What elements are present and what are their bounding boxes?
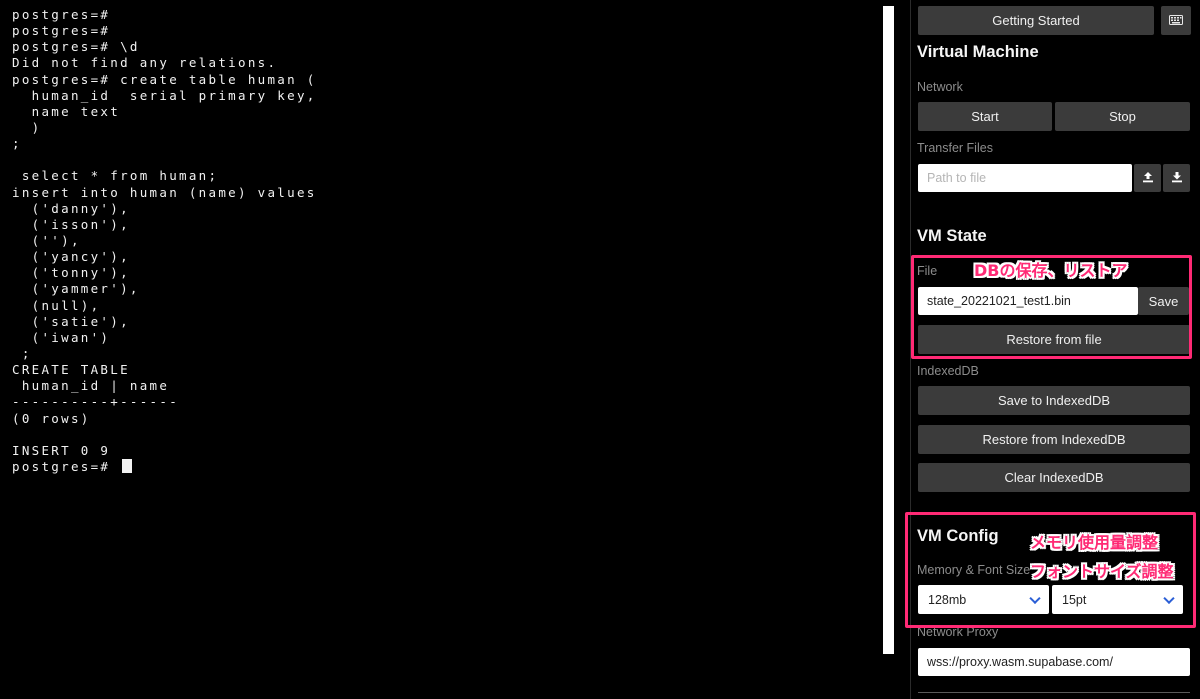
restore-from-indexeddb-button[interactable]: Restore from IndexedDB (918, 425, 1190, 454)
terminal-line-text: ) (12, 119, 42, 135)
terminal-line: postgres=# (12, 7, 880, 23)
terminal-line-text: name text (12, 103, 121, 119)
keyboard-icon (1169, 13, 1183, 28)
terminal-line: ; (12, 346, 880, 362)
terminal-line-text: (null), (12, 297, 101, 313)
terminal-line: ) (12, 120, 880, 136)
terminal-line: postgres=# (12, 23, 880, 39)
vm-state-heading: VM State (917, 227, 987, 245)
terminal-line-text: ; (12, 136, 22, 152)
terminal-line-text: CREATE TABLE (12, 362, 130, 378)
network-label: Network (917, 80, 963, 94)
terminal-line: (null), (12, 298, 880, 314)
terminal-line-text: ('satie'), (12, 313, 130, 329)
stop-button[interactable]: Stop (1055, 102, 1190, 131)
terminal-line-text: ('iwan') (12, 329, 111, 345)
terminal-line: select * from human; (12, 168, 880, 184)
terminal-line-text: ('tonny'), (12, 265, 130, 281)
terminal-line-text: human_id | name (12, 378, 170, 394)
network-proxy-input[interactable]: wss://proxy.wasm.supabase.com/ (918, 648, 1190, 676)
terminal-line-text: ('yammer'), (12, 281, 140, 297)
path-to-file-input[interactable]: Path to file (918, 164, 1132, 192)
terminal-line-text: postgres=# (12, 23, 111, 39)
terminal-line-text: postgres=# (12, 7, 111, 22)
download-button[interactable] (1163, 164, 1190, 192)
terminal-line-text: ; (12, 345, 32, 361)
terminal-line: postgres=# \d (12, 39, 880, 55)
terminal-line-text: (''), (12, 232, 81, 248)
terminal-line: postgres=# (12, 458, 880, 475)
terminal-line: ('yammer'), (12, 281, 880, 297)
terminal-cursor (122, 458, 133, 473)
terminal-line: (0 rows) (12, 411, 880, 427)
terminal-scrollbar[interactable] (883, 6, 894, 654)
terminal-line: ('isson'), (12, 217, 880, 233)
db-save-restore-annotation: DBの保存、リストア (974, 261, 1128, 280)
upload-button[interactable] (1134, 164, 1161, 192)
terminal-line-text: postgres=# (12, 458, 121, 474)
terminal-line: ----------+------ (12, 394, 880, 410)
terminal-line-text: ('yancy'), (12, 249, 130, 265)
font-adjust-annotation: フォントサイズ調整 (1030, 562, 1174, 581)
start-button[interactable]: Start (918, 102, 1052, 131)
terminal-line: (''), (12, 233, 880, 249)
terminal-line: human_id | name (12, 378, 880, 394)
terminal-line-text: human_id serial primary key, (12, 87, 317, 103)
terminal-line: human_id serial primary key, (12, 88, 880, 104)
upload-icon (1142, 171, 1154, 186)
terminal-line: ('danny'), (12, 201, 880, 217)
terminal-line-text: postgres=# \d (12, 39, 140, 55)
terminal-line-text: select * from human; (12, 168, 219, 184)
terminal-line: insert into human (name) values (12, 185, 880, 201)
save-to-indexeddb-button[interactable]: Save to IndexedDB (918, 386, 1190, 415)
divider (918, 692, 1190, 693)
terminal-line-text: ('isson'), (12, 216, 130, 232)
terminal-line-text: insert into human (name) values (12, 184, 317, 200)
indexeddb-label: IndexedDB (917, 364, 979, 378)
terminal-line: name text (12, 104, 880, 120)
keyboard-button[interactable] (1161, 6, 1191, 35)
memory-adjust-annotation: メモリ使用量調整 (1030, 533, 1159, 552)
terminal-line: ('tonny'), (12, 265, 880, 281)
virtual-machine-heading: Virtual Machine (917, 43, 1039, 61)
terminal-line: ('satie'), (12, 314, 880, 330)
clear-indexeddb-button[interactable]: Clear IndexedDB (918, 463, 1190, 492)
side-panel: Getting Started Virtual Machine Network … (905, 0, 1200, 699)
terminal-line: ; (12, 136, 880, 152)
terminal-line-text: (0 rows) (12, 410, 91, 426)
terminal-line: INSERT 0 9 (12, 443, 880, 459)
terminal-line-text: ('danny'), (12, 200, 130, 216)
terminal-line: ('iwan') (12, 330, 880, 346)
terminal-line: Did not find any relations. (12, 55, 880, 71)
terminal-line: postgres=# create table human ( (12, 72, 880, 88)
terminal[interactable]: postgres=# postgres=# postgres=# \d Did not… (0, 0, 880, 699)
getting-started-button[interactable]: Getting Started (918, 6, 1154, 35)
transfer-files-label: Transfer Files (917, 141, 993, 155)
terminal-line-text: ----------+------ (12, 394, 180, 410)
terminal-line-text: postgres=# create table human ( (12, 71, 317, 87)
terminal-line: CREATE TABLE (12, 362, 880, 378)
terminal-line: ('yancy'), (12, 249, 880, 265)
download-icon (1171, 171, 1183, 186)
terminal-line-text: INSERT 0 9 (12, 442, 111, 458)
terminal-line-text: Did not find any relations. (12, 55, 278, 71)
